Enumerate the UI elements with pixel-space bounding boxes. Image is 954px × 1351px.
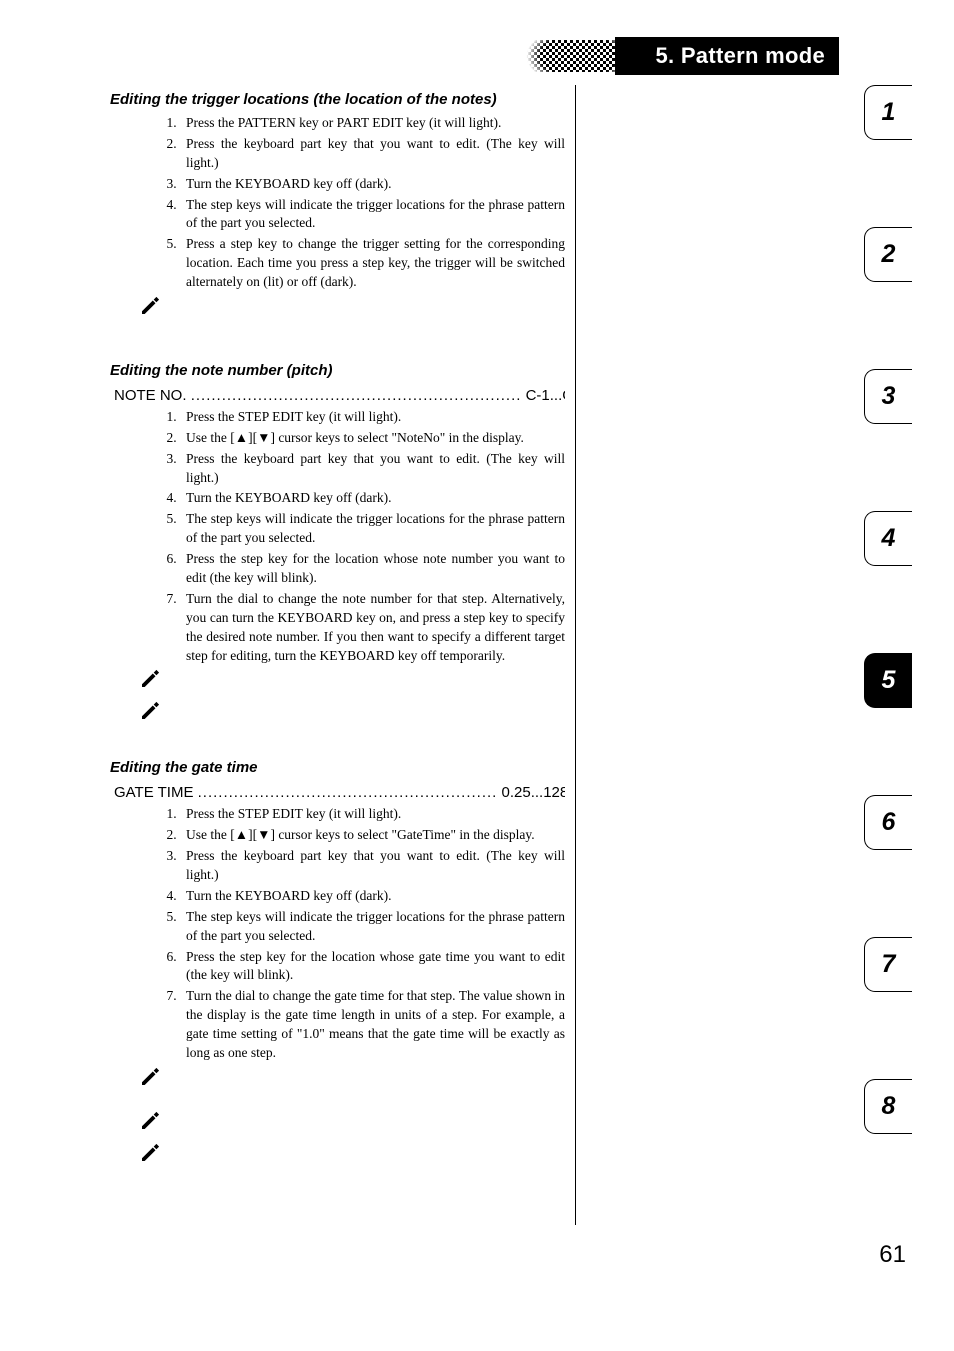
list-item: Turn the dial to change the note number …	[180, 590, 565, 666]
list-item: Press the STEP EDIT key (it will light).	[180, 805, 565, 824]
hand-icon-stack	[140, 1111, 565, 1167]
list-item: The step keys will indicate the trigger …	[180, 196, 565, 234]
list-item: Press the keyboard part key that you wan…	[180, 135, 565, 173]
hand-icon-stack	[140, 669, 565, 725]
column-divider	[575, 85, 576, 1225]
chapter-title: 5. Pattern mode	[615, 37, 839, 76]
list-item: Use the [▲][▼] cursor keys to select "No…	[180, 429, 565, 448]
hand-writing-icon	[140, 701, 565, 725]
hand-writing-icon	[140, 296, 565, 320]
list-item: Turn the KEYBOARD key off (dark).	[180, 175, 565, 194]
step-list: Press the PATTERN key or PART EDIT key (…	[156, 114, 565, 292]
page-number: 61	[879, 1238, 906, 1272]
list-item: Press the keyboard part key that you wan…	[180, 847, 565, 885]
hand-writing-icon	[140, 1067, 565, 1091]
section-heading-trigger-locations: Editing the trigger locations (the locat…	[110, 89, 565, 110]
parameter-line-gate-time: GATE TIME ..............................…	[114, 782, 565, 803]
leader-dots: ........................................…	[198, 784, 498, 801]
main-column: Editing the trigger locations (the locat…	[110, 85, 565, 1175]
list-item: Turn the dial to change the gate time fo…	[180, 987, 565, 1063]
header-band: 5. Pattern mode	[525, 40, 839, 72]
chapter-tab-8[interactable]: 8	[864, 1079, 912, 1134]
list-item: The step keys will indicate the trigger …	[180, 510, 565, 548]
chapter-tab-5[interactable]: 5	[864, 653, 912, 708]
chapter-tab-3[interactable]: 3	[864, 369, 912, 424]
list-item: Turn the KEYBOARD key off (dark).	[180, 489, 565, 508]
parameter-value: C-1...G9	[526, 387, 565, 404]
hand-writing-icon	[140, 669, 565, 693]
hand-writing-icon	[140, 1111, 565, 1135]
chapter-tab-4[interactable]: 4	[864, 511, 912, 566]
parameter-line-note-no: NOTE NO. ...............................…	[114, 385, 565, 406]
list-item: Turn the KEYBOARD key off (dark).	[180, 887, 565, 906]
list-item: Press a step key to change the trigger s…	[180, 235, 565, 292]
list-item: Press the PATTERN key or PART EDIT key (…	[180, 114, 565, 133]
parameter-name: GATE TIME	[114, 784, 193, 801]
section-heading-note-number: Editing the note number (pitch)	[110, 360, 565, 381]
parameter-value: 0.25...128.0	[502, 784, 565, 801]
checker-graphic	[525, 40, 615, 72]
list-item: The step keys will indicate the trigger …	[180, 908, 565, 946]
hand-writing-icon	[140, 1143, 565, 1167]
list-item: Press the step key for the location whos…	[180, 948, 565, 986]
list-item: Press the keyboard part key that you wan…	[180, 450, 565, 488]
chapter-tab-rail: 1 2 3 4 5 6 7 8	[864, 85, 919, 1221]
chapter-tab-1[interactable]: 1	[864, 85, 912, 140]
step-list: Press the STEP EDIT key (it will light).…	[156, 805, 565, 1063]
list-item: Press the step key for the location whos…	[180, 550, 565, 588]
chapter-tab-2[interactable]: 2	[864, 227, 912, 282]
chapter-tab-6[interactable]: 6	[864, 795, 912, 850]
step-list: Press the STEP EDIT key (it will light).…	[156, 408, 565, 666]
section-heading-gate-time: Editing the gate time	[110, 757, 565, 778]
parameter-name: NOTE NO.	[114, 387, 187, 404]
list-item: Press the STEP EDIT key (it will light).	[180, 408, 565, 427]
leader-dots: ........................................…	[191, 387, 522, 404]
chapter-tab-7[interactable]: 7	[864, 937, 912, 992]
list-item: Use the [▲][▼] cursor keys to select "Ga…	[180, 826, 565, 845]
